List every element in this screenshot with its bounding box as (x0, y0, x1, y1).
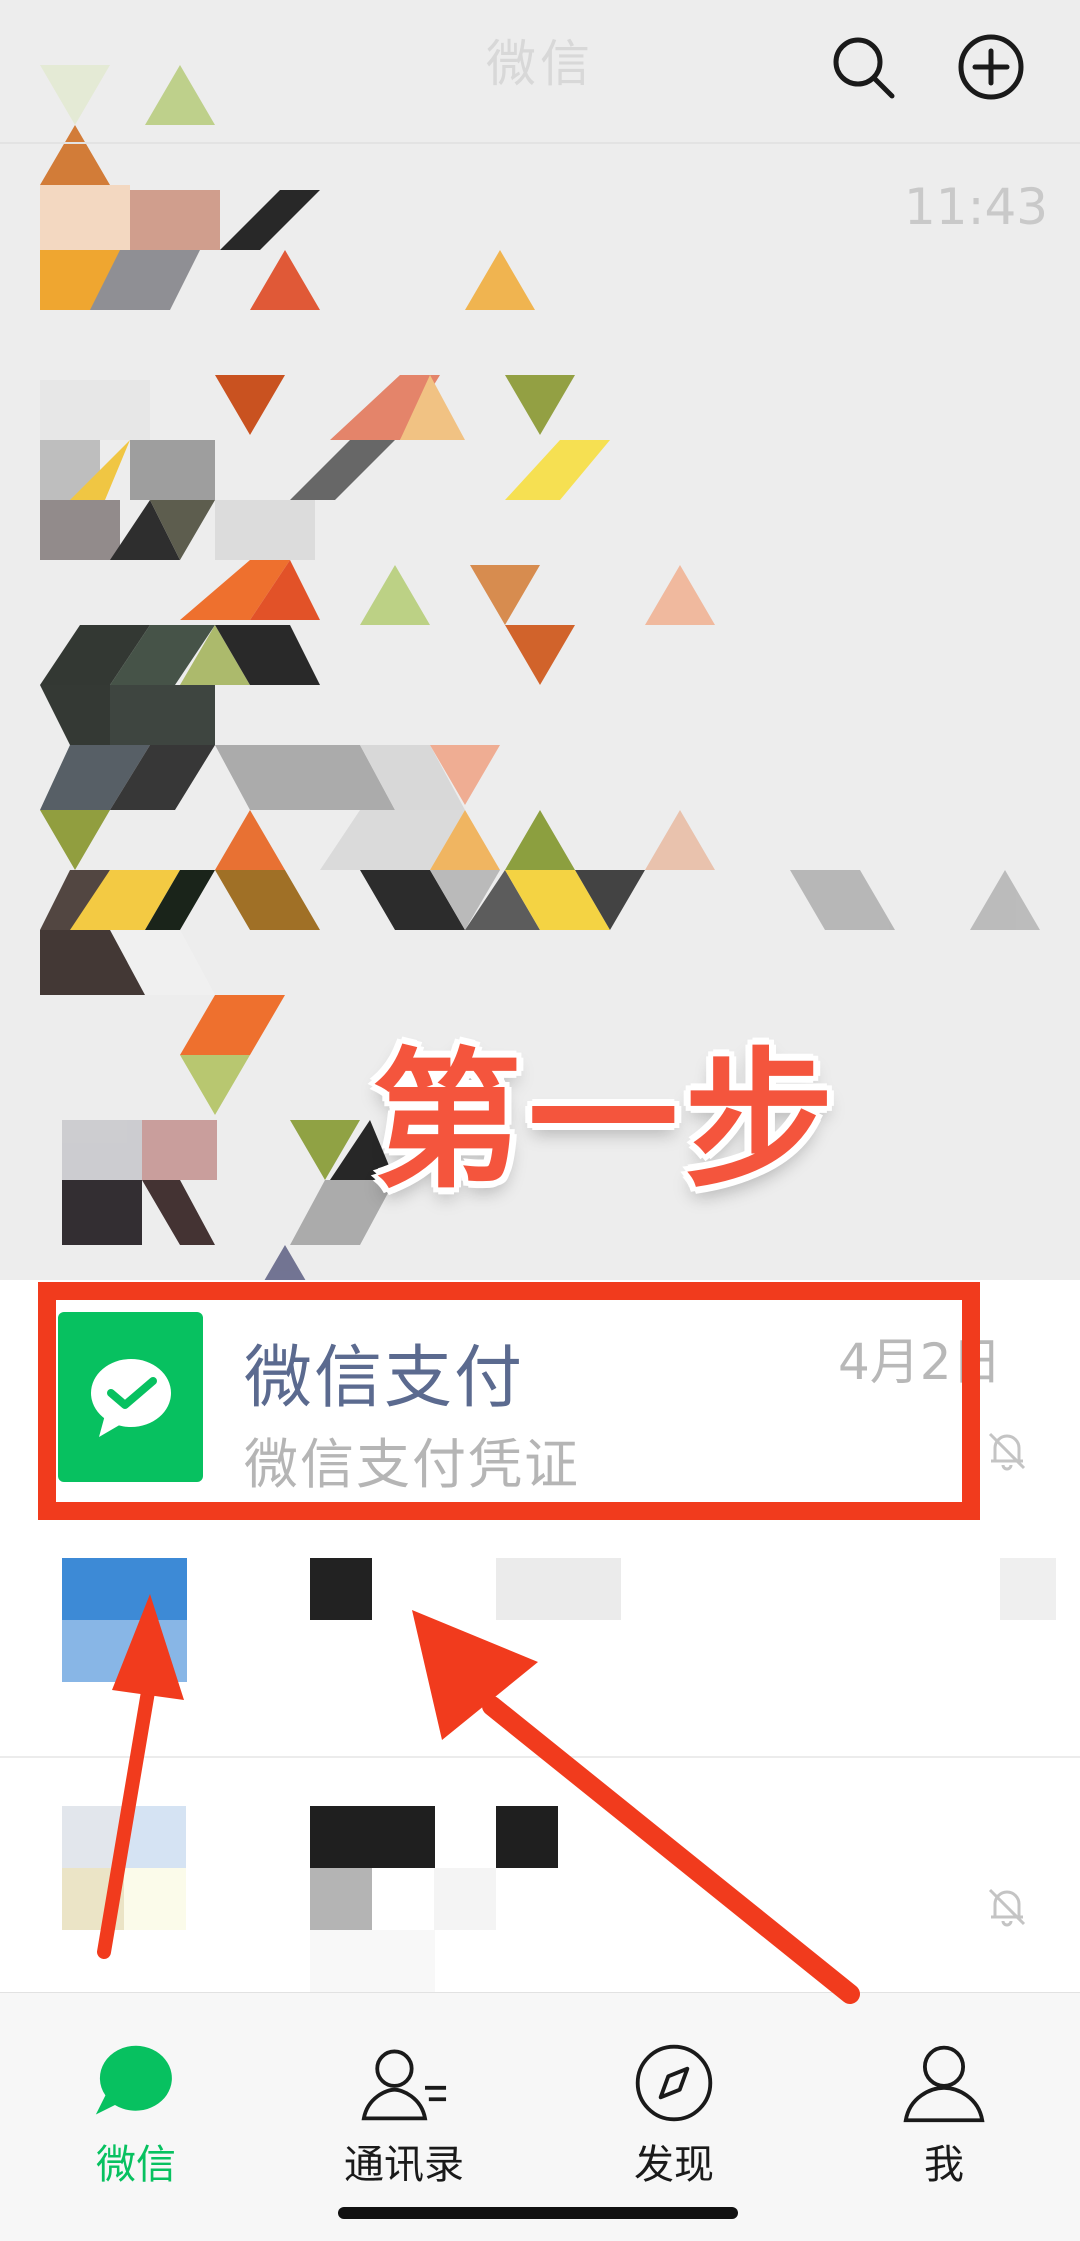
highlight-box (38, 1282, 980, 1520)
tab-label: 发现 (634, 2142, 714, 2188)
contacts-icon (361, 2049, 447, 2121)
chat-bubble-icon (95, 2045, 172, 2115)
tab-me[interactable]: 我 (844, 2040, 1044, 2190)
compass-icon (635, 2044, 713, 2122)
tab-label: 我 (924, 2142, 964, 2188)
tab-label: 微信 (96, 2142, 176, 2188)
person-icon (903, 2045, 985, 2123)
pixelated-rows (0, 1558, 1080, 1992)
tab-label: 通讯录 (344, 2142, 464, 2188)
obscured-chat-list (0, 1520, 1080, 1992)
bell-slash-icon (984, 1428, 1030, 1474)
tab-discover[interactable]: 发现 (574, 2040, 774, 2190)
add-icon[interactable] (956, 32, 1026, 102)
home-indicator[interactable] (338, 2207, 738, 2219)
chat-time: 11:43 (904, 178, 1049, 236)
bell-slash-icon (984, 1884, 1030, 1930)
page-title: 微信 (486, 35, 594, 93)
tab-contacts[interactable]: 通讯录 (304, 2040, 504, 2190)
tab-chats[interactable]: 微信 (36, 2040, 236, 2190)
search-icon[interactable] (828, 32, 898, 102)
step-annotation: 第一步 (372, 1035, 841, 1209)
